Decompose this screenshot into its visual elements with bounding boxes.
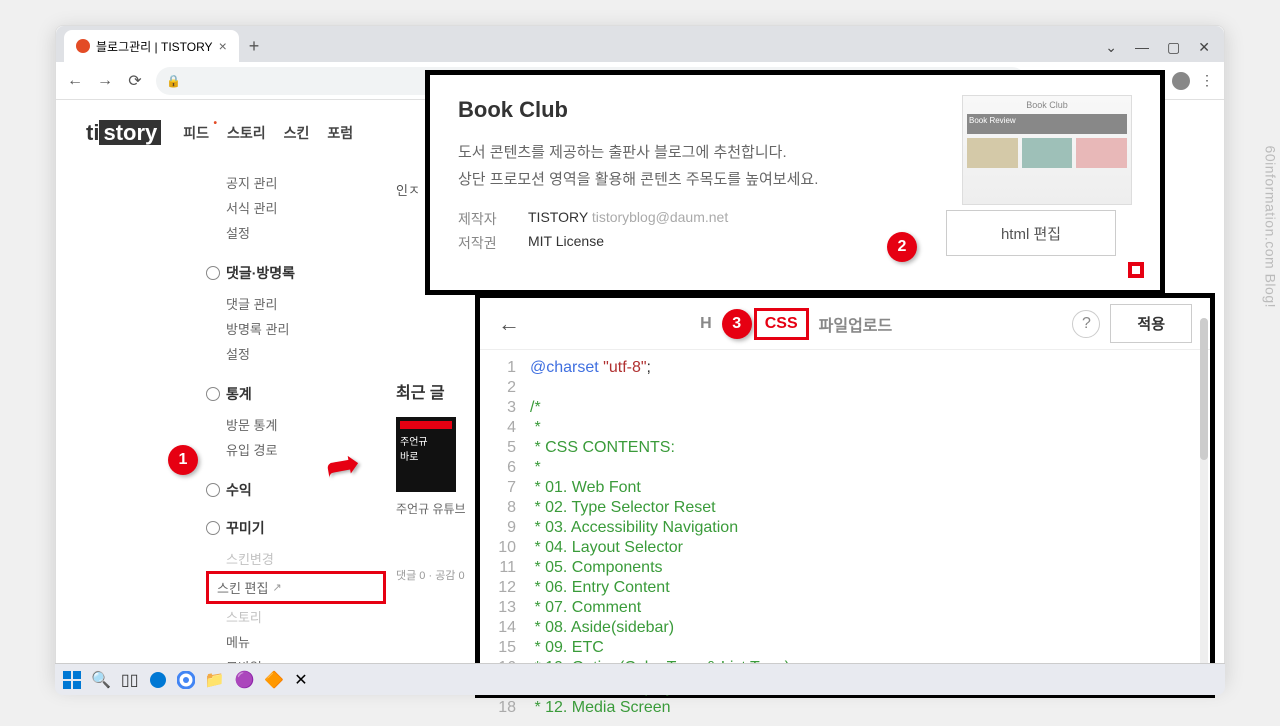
css-editor-panel: ← H 3 CSS 파일업로드 ? 적용 1@charset "utf-8";2… <box>475 293 1215 698</box>
nav-feed[interactable]: 피드 <box>183 123 209 143</box>
annotation-badge-3: 3 <box>722 309 752 339</box>
tab-css[interactable]: CSS <box>754 308 809 340</box>
comment-icon <box>206 266 220 280</box>
close-icon[interactable]: ✕ <box>1198 39 1210 56</box>
reload-button[interactable]: ⟳ <box>126 71 144 91</box>
lock-icon: 🔒 <box>166 74 181 88</box>
nav-skin[interactable]: 스킨 <box>284 123 310 143</box>
scrollbar[interactable] <box>1200 318 1208 673</box>
edge-icon[interactable] <box>149 671 167 689</box>
sidebar-title-decorate[interactable]: 꾸미기 <box>206 518 386 538</box>
sidebar-item[interactable]: 스킨변경 <box>206 546 386 571</box>
skin-thumbnail: Book Club Book Review <box>962 95 1132 205</box>
apply-button[interactable]: 적용 <box>1110 304 1192 343</box>
chrome-icon[interactable] <box>177 671 195 689</box>
favicon-icon <box>76 39 90 53</box>
author-value: TISTORY tistoryblog@daum.net <box>528 209 728 229</box>
tab-html[interactable]: H <box>692 311 720 337</box>
annotation-badge-2: 2 <box>887 232 917 262</box>
decorate-icon <box>206 521 220 535</box>
new-tab-button[interactable]: + <box>239 30 270 62</box>
close-tab-icon[interactable]: × <box>219 38 227 54</box>
post-card[interactable]: 주언규 바로 <box>396 417 456 492</box>
external-link-icon: ↗ <box>272 581 281 594</box>
tab-title: 블로그관리 | TISTORY <box>96 38 213 55</box>
chevron-down-icon[interactable]: ⌄ <box>1105 39 1117 56</box>
browser-tab[interactable]: 블로그관리 | TISTORY × <box>64 30 239 62</box>
sidebar-item[interactable]: 스토리 <box>206 604 386 629</box>
html-edit-button[interactable]: html 편집 <box>946 210 1116 256</box>
nav-story[interactable]: 스토리 <box>227 123 266 143</box>
sidebar-item[interactable]: 댓글 관리 <box>206 291 386 316</box>
sidebar-item[interactable]: 메뉴 <box>206 629 386 654</box>
windows-icon[interactable] <box>63 671 81 689</box>
tab-upload[interactable]: 파일업로드 <box>811 308 901 340</box>
annotation-badge-1: 1 <box>168 445 198 475</box>
sidebar-skin-edit[interactable]: 스킨 편집↗ <box>206 571 386 604</box>
sidebar: 공지 관리 서식 관리 설정 댓글·방명록 댓글 관리 방명록 관리 설정 통계… <box>206 170 386 684</box>
skin-detail-panel: Book Club 도서 콘텐츠를 제공하는 출판사 블로그에 추천합니다. 상… <box>425 70 1165 295</box>
editor-back-button[interactable]: ← <box>498 311 520 337</box>
sidebar-item[interactable]: 설정 <box>206 220 386 245</box>
app-icon[interactable]: ✕ <box>294 670 307 690</box>
author-label: 제작자 <box>458 209 508 229</box>
sidebar-title-stats[interactable]: 통계 <box>206 384 386 404</box>
explorer-icon[interactable]: 📁 <box>205 670 225 690</box>
back-button[interactable]: ← <box>66 72 84 90</box>
taskview-icon[interactable]: ▯▯ <box>121 670 139 690</box>
help-button[interactable]: ? <box>1072 310 1100 338</box>
forward-button[interactable]: → <box>96 72 114 90</box>
menu-icon[interactable]: ⋮ <box>1200 72 1214 89</box>
tab-strip: 블로그관리 | TISTORY × + ⌄ — ▢ ✕ <box>56 26 1224 62</box>
html-edit-highlight: html 편집 <box>1128 262 1144 278</box>
search-icon[interactable]: 🔍 <box>91 670 111 690</box>
sidebar-item[interactable]: 방명록 관리 <box>206 316 386 341</box>
app-icon[interactable]: 🔶 <box>264 670 284 690</box>
sidebar-item[interactable]: 공지 관리 <box>206 170 386 195</box>
stats-icon <box>206 387 220 401</box>
sidebar-title-comments[interactable]: 댓글·방명록 <box>206 263 386 283</box>
nav-forum[interactable]: 포럼 <box>327 123 353 143</box>
tistory-logo[interactable]: tistory <box>86 120 161 146</box>
sidebar-item[interactable]: 서식 관리 <box>206 195 386 220</box>
revenue-icon <box>206 483 220 497</box>
taskbar: 🔍 ▯▯ 📁 🟣 🔶 ✕ <box>55 663 1225 695</box>
watermark-text: 60information.com Blog! <box>1262 146 1278 308</box>
app-icon[interactable]: 🟣 <box>234 670 254 690</box>
avatar-icon[interactable] <box>1172 72 1190 90</box>
sidebar-item[interactable]: 설정 <box>206 341 386 366</box>
nav-links: 피드 스토리 스킨 포럼 <box>183 123 353 143</box>
maximize-icon[interactable]: ▢ <box>1167 39 1180 56</box>
license-value: MIT License <box>528 233 604 253</box>
license-label: 저작권 <box>458 233 508 253</box>
minimize-icon[interactable]: — <box>1135 39 1149 56</box>
sidebar-item[interactable]: 방문 통계 <box>206 412 386 437</box>
